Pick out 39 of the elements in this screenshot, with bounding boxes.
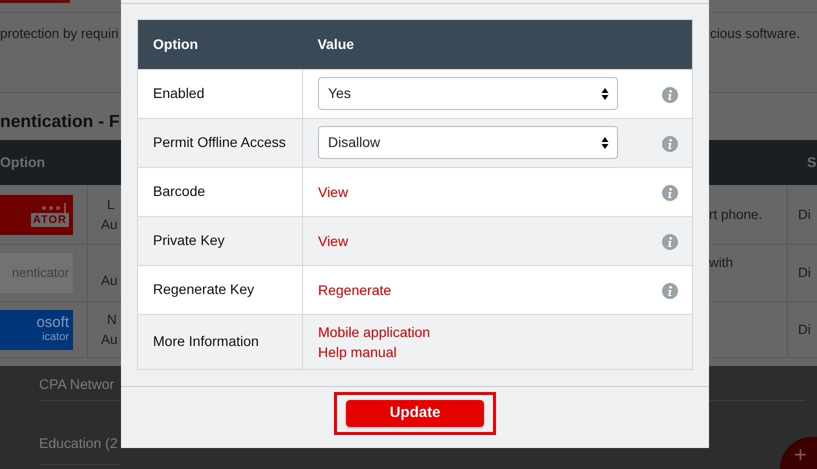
- column-header: S: [807, 153, 816, 172]
- info-icon[interactable]: [662, 234, 678, 250]
- column-header: Value: [302, 19, 692, 70]
- option-label: Permit Offline Access: [138, 118, 302, 168]
- info-icon[interactable]: [662, 136, 678, 152]
- value-select[interactable]: Yes: [318, 77, 618, 110]
- provider-logo: ATOR: [0, 194, 73, 234]
- option-label: Private Key: [138, 216, 302, 266]
- cell-text: L: [107, 196, 115, 214]
- cell-text: rt phone.: [709, 206, 762, 224]
- cell-text: Au: [101, 216, 118, 234]
- provider-logo: osoft icator: [0, 310, 73, 350]
- cell-text: with: [709, 254, 734, 272]
- tab-indicator: [0, 0, 70, 3]
- option-label: Regenerate Key: [138, 265, 302, 314]
- section-heading: nentication - F: [0, 110, 120, 133]
- cell-text: Au: [101, 272, 118, 290]
- info-icon[interactable]: [662, 86, 678, 103]
- option-label: More Information: [138, 314, 302, 370]
- cell-text: Di: [798, 206, 811, 224]
- intro-text: cious software.: [709, 25, 802, 43]
- cell-text: Di: [798, 320, 811, 338]
- column-header: Option: [0, 153, 46, 172]
- value-link[interactable]: Regenerate: [318, 280, 392, 300]
- cell-text: N: [107, 310, 117, 328]
- option-label: Enabled: [138, 69, 302, 118]
- value-link[interactable]: Mobile application: [318, 322, 430, 342]
- info-icon[interactable]: [662, 282, 678, 299]
- column-header: Option: [138, 19, 302, 70]
- intro-text: protection by requiri: [0, 25, 120, 43]
- value-link[interactable]: View: [318, 230, 348, 251]
- value-select[interactable]: Disallow: [318, 126, 618, 160]
- cell-text: Au: [101, 330, 118, 348]
- info-icon[interactable]: [662, 184, 678, 201]
- value-link[interactable]: Help manual: [318, 342, 397, 362]
- option-label: Barcode: [138, 167, 302, 216]
- update-button[interactable]: Update: [346, 400, 484, 427]
- cell-text: Di: [798, 264, 811, 282]
- value-link[interactable]: View: [318, 182, 348, 202]
